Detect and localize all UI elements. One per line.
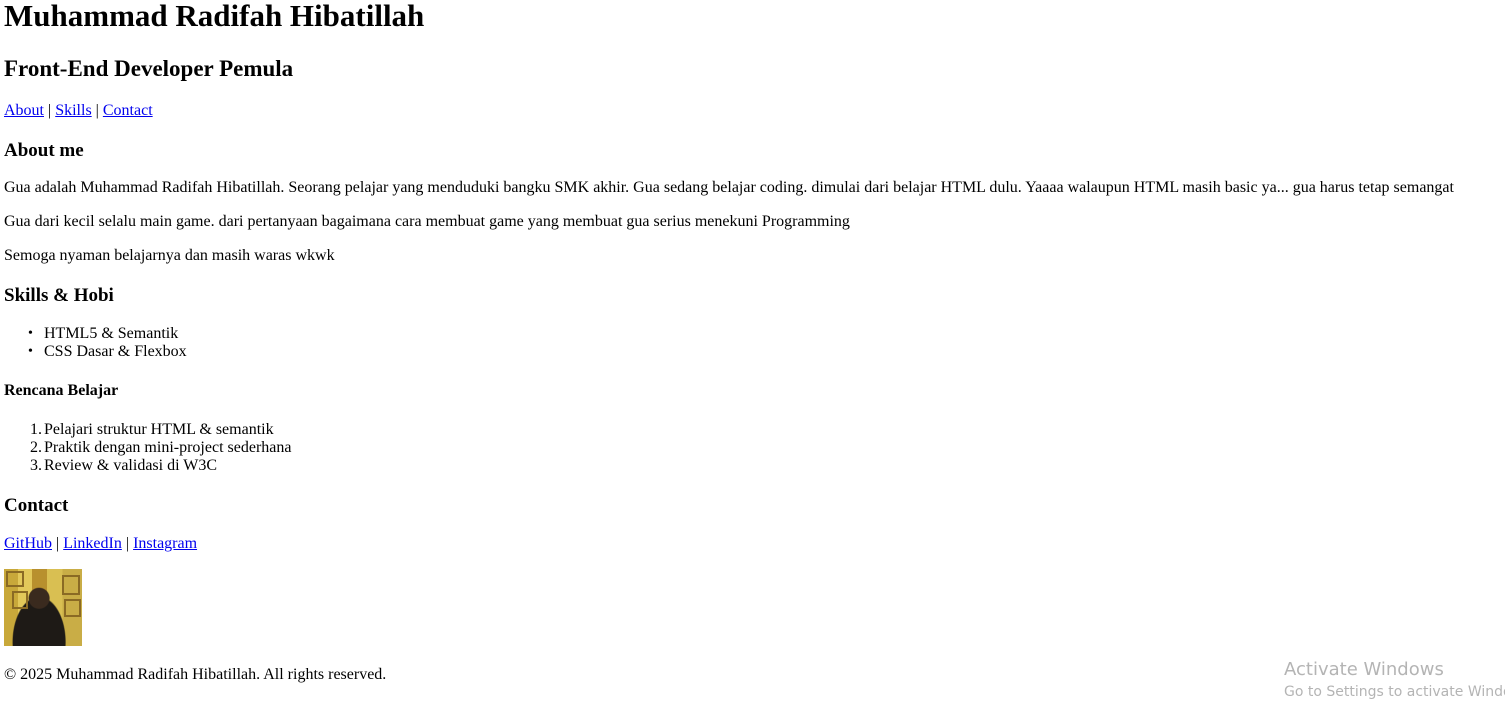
bullet-icon: •: [28, 326, 33, 341]
skills-list: • HTML5 & Semantik • CSS Dasar & Flexbox: [4, 325, 187, 361]
watermark-subtitle: Go to Settings to activate Windows.: [1284, 684, 1505, 700]
about-paragraph-2: Gua dari kecil selalu main game. dari pe…: [4, 213, 850, 230]
contact-links: GitHub | LinkedIn | Instagram: [4, 535, 197, 553]
plan-heading: Rencana Belajar: [4, 382, 119, 399]
nav-separator: |: [48, 102, 52, 119]
plan-list: 1. Pelajari struktur HTML & semantik 2. Pr…: [4, 421, 291, 475]
footer-copyright: © 2025 Muhammad Radifah Hibatillah. All …: [4, 666, 387, 683]
contact-separator: |: [125, 535, 130, 552]
about-paragraph-3: Semoga nyaman belajarnya dan masih waras…: [4, 247, 335, 264]
about-paragraph-1: Gua adalah Muhammad Radifah Hibatillah. …: [4, 179, 1454, 196]
page-subtitle: Front-End Developer Pemula: [4, 56, 294, 81]
main-nav: About | Skills | Contact: [4, 102, 153, 120]
windows-activation-watermark: Activate Windows Go to Settings to activ…: [1284, 660, 1505, 701]
watermark-title: Activate Windows: [1284, 659, 1444, 680]
nav-separator: |: [95, 102, 99, 119]
list-item: 1. Pelajari struktur HTML & semantik: [30, 421, 274, 438]
profile-photo: [4, 569, 82, 646]
bullet-icon: •: [28, 344, 33, 359]
nav-link-contact[interactable]: Contact: [103, 102, 153, 119]
nav-link-about[interactable]: About: [4, 102, 44, 119]
nav-link-skills[interactable]: Skills: [55, 102, 91, 119]
skills-heading: Skills & Hobi: [4, 285, 114, 306]
contact-heading: Contact: [4, 495, 69, 516]
contact-separator: |: [56, 535, 60, 552]
about-heading: About me: [4, 140, 84, 161]
list-item: 3. Review & validasi di W3C: [30, 457, 218, 474]
list-item: • HTML5 & Semantik: [28, 325, 179, 342]
list-item: • CSS Dasar & Flexbox: [28, 343, 187, 360]
list-item: 2. Praktik dengan mini-project sederhana: [30, 439, 292, 456]
linkedin-link[interactable]: LinkedIn: [63, 535, 122, 552]
github-link[interactable]: GitHub: [4, 535, 52, 552]
instagram-link[interactable]: Instagram: [133, 535, 197, 552]
page-title: Muhammad Radifah Hibatillah: [4, 0, 425, 33]
